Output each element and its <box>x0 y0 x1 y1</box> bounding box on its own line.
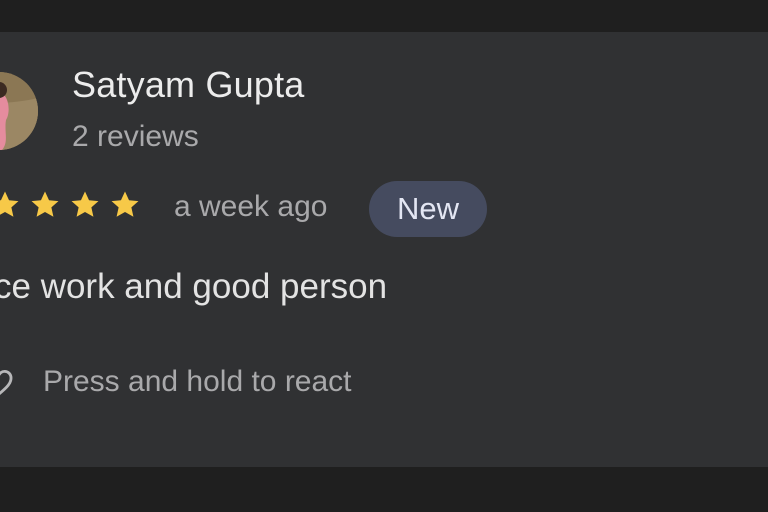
new-badge: New <box>369 181 487 237</box>
react-button[interactable]: Press and hold to react <box>0 362 352 402</box>
react-label: Press and hold to react <box>43 365 352 398</box>
star-icon <box>0 191 19 217</box>
review-text: ce work and good person <box>0 267 388 306</box>
heart-outline-icon <box>0 369 13 396</box>
reviewer-name[interactable]: Satyam Gupta <box>72 64 305 106</box>
reviewer-review-count: 2 reviews <box>72 120 199 153</box>
star-icon <box>31 191 59 217</box>
star-icon <box>111 191 139 217</box>
star-rating <box>0 188 142 222</box>
star-icon <box>71 191 99 217</box>
screen: Satyam Gupta 2 reviews a week ago New ce… <box>0 0 768 512</box>
review-time: a week ago <box>174 190 328 223</box>
